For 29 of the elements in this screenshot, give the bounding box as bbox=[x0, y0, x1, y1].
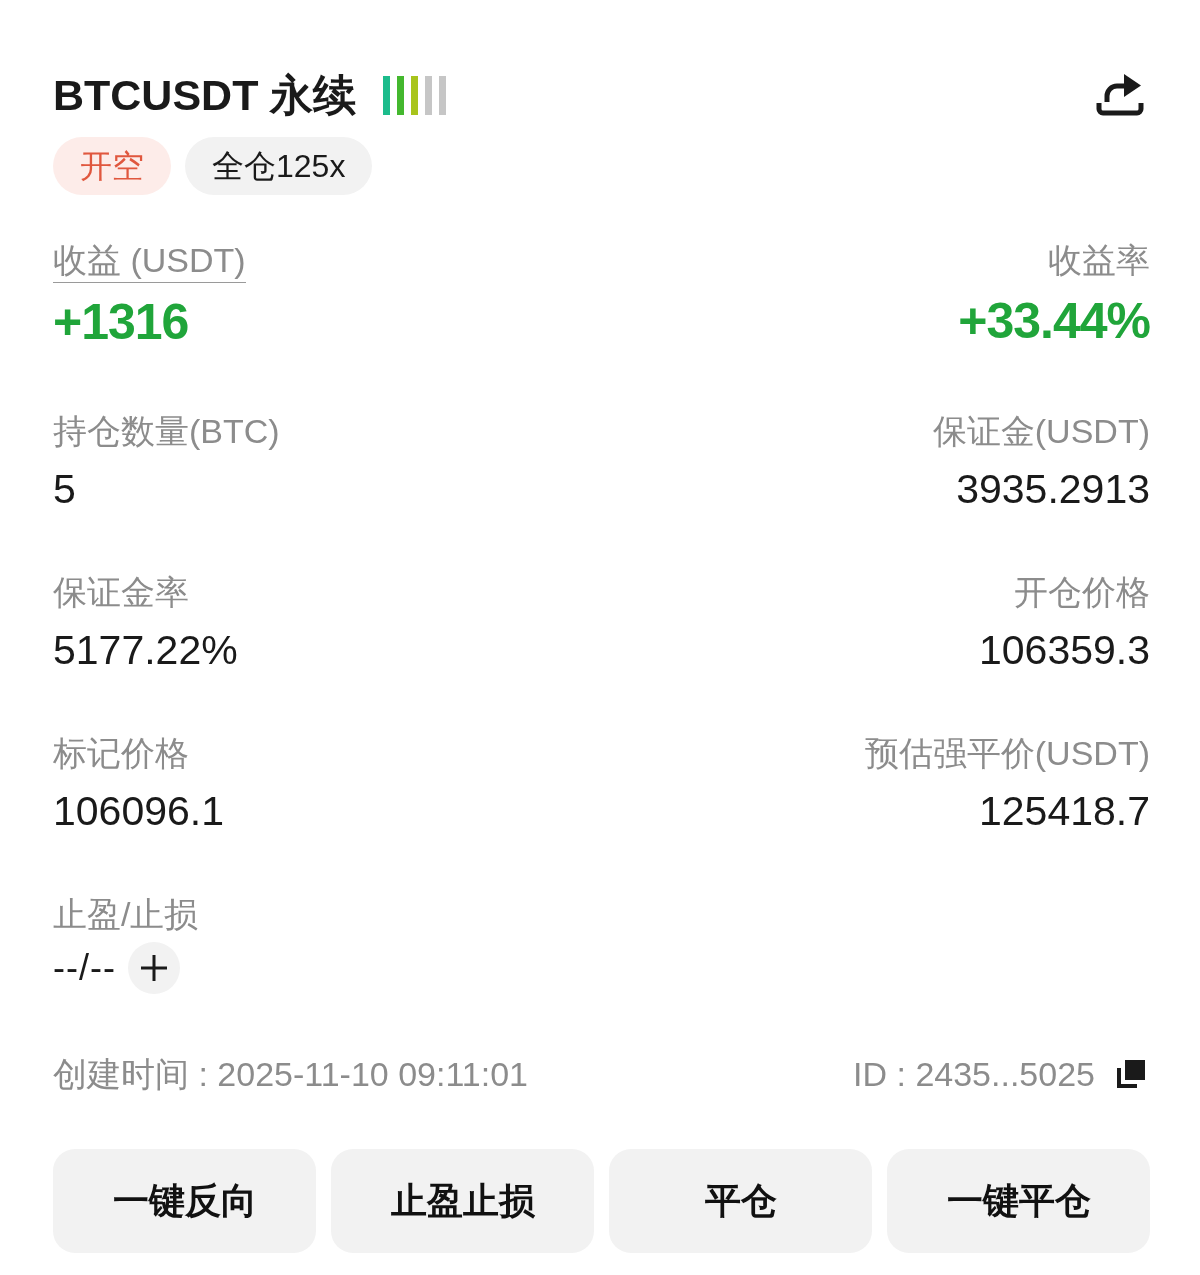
stat-value: --/-- bbox=[53, 946, 116, 990]
stat-label: 标记价格 bbox=[53, 733, 189, 773]
pnl-value: +33.44% bbox=[958, 293, 1150, 349]
stat-label: 止盈/止损 bbox=[53, 894, 199, 934]
stat-label: 保证金率 bbox=[53, 572, 189, 612]
created-time: 创建时间 : 2025-11-10 09:11:01 bbox=[53, 1054, 528, 1094]
action-button[interactable]: 平仓 bbox=[609, 1149, 872, 1253]
contract-title: BTCUSDT 永续 bbox=[53, 70, 357, 120]
stat-value: 5 bbox=[53, 466, 76, 512]
action-button[interactable]: 一键平仓 bbox=[887, 1149, 1150, 1253]
position-id: ID : 2435...5025 bbox=[853, 1054, 1095, 1094]
stat-value: 106096.1 bbox=[53, 788, 224, 834]
stat-value: 125418.7 bbox=[979, 788, 1150, 834]
stat-value: 106359.3 bbox=[979, 627, 1150, 673]
share-icon[interactable] bbox=[1096, 72, 1144, 118]
stat-label: 保证金(USDT) bbox=[932, 411, 1150, 451]
action-button[interactable]: 止盈止损 bbox=[331, 1149, 594, 1253]
side-tag: 开空 bbox=[53, 137, 171, 195]
pnl-label: 收益率 bbox=[1048, 240, 1150, 280]
stat-label: 持仓数量(BTC) bbox=[53, 411, 280, 451]
stat-label: 预估强平价(USDT) bbox=[864, 733, 1150, 773]
copy-icon[interactable] bbox=[1117, 1060, 1145, 1088]
pnl-value: +1316 bbox=[53, 294, 189, 350]
stat-value: 3935.2913 bbox=[956, 466, 1150, 512]
action-button[interactable]: 一键反向 bbox=[53, 1149, 316, 1253]
stat-label: 开仓价格 bbox=[1014, 572, 1150, 612]
plus-icon bbox=[140, 955, 167, 981]
leverage-tag: 全仓125x bbox=[185, 137, 373, 195]
stat-value: 5177.22% bbox=[53, 627, 238, 673]
